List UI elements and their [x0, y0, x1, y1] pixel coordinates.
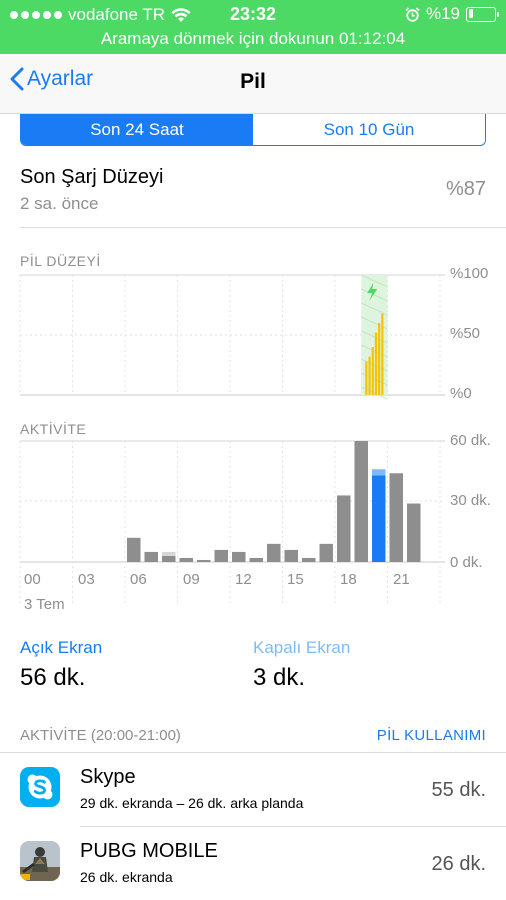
activity-bar: [372, 475, 386, 562]
activity-bar: [179, 557, 193, 562]
activity-bar: [354, 441, 368, 562]
screen-off-stat: Kapalı Ekran 3 dk.: [253, 638, 350, 692]
activity-bar: [232, 551, 246, 562]
activity-range-header: AKTİVİTE (20:00-21:00): [20, 727, 181, 744]
activity-bar: [302, 557, 316, 562]
screen-off-value: 3 dk.: [253, 664, 306, 691]
activity-bar: [389, 473, 403, 562]
battery-and-activity-charts: [19, 274, 445, 605]
app-name: PUBG MOBILE: [80, 840, 218, 862]
activity-bar: [214, 549, 228, 562]
activity-bar: [127, 537, 141, 562]
activity-bar: [267, 543, 281, 562]
app-name: Skype: [80, 766, 136, 788]
activity-bar-offscreen: [162, 551, 176, 556]
battery-level-bar: [374, 332, 378, 395]
app-duration: 55 dk.: [431, 779, 486, 801]
battery-usage-link[interactable]: PİL KULLANIMI: [377, 727, 486, 744]
battery-level-bar: [371, 347, 374, 395]
battery-level-bar: [378, 323, 381, 395]
skype-icon: [20, 767, 60, 807]
screen-on-stat: Açık Ekran 56 dk.: [20, 638, 102, 692]
screen-on-label: Açık Ekran: [20, 638, 103, 657]
app-row-skype[interactable]: Skype 29 dk. ekranda – 26 dk. arka pland…: [0, 753, 506, 827]
screen-off-label: Kapalı Ekran: [253, 638, 351, 657]
activity-bar: [162, 555, 176, 562]
activity-bar: [197, 559, 211, 562]
battery-level-bar: [365, 361, 368, 395]
battery-level-bar: [368, 356, 371, 395]
app-duration: 26 dk.: [431, 853, 486, 875]
activity-bar: [284, 549, 298, 562]
activity-bar: [337, 495, 351, 562]
activity-bar: [249, 557, 263, 562]
activity-bar-offscreen: [372, 469, 386, 476]
app-detail: 29 dk. ekranda – 26 dk. arka planda: [80, 795, 304, 811]
activity-bar: [144, 551, 158, 562]
activity-bar: [407, 503, 421, 562]
screen-on-value: 56 dk.: [20, 664, 86, 691]
pubg-icon: [20, 841, 60, 881]
activity-bar: [319, 543, 333, 562]
battery-level-bar: [381, 313, 384, 395]
app-row-pubg[interactable]: PUBG MOBILE 26 dk. ekranda 26 dk.: [0, 827, 506, 900]
app-detail: 26 dk. ekranda: [80, 869, 173, 885]
